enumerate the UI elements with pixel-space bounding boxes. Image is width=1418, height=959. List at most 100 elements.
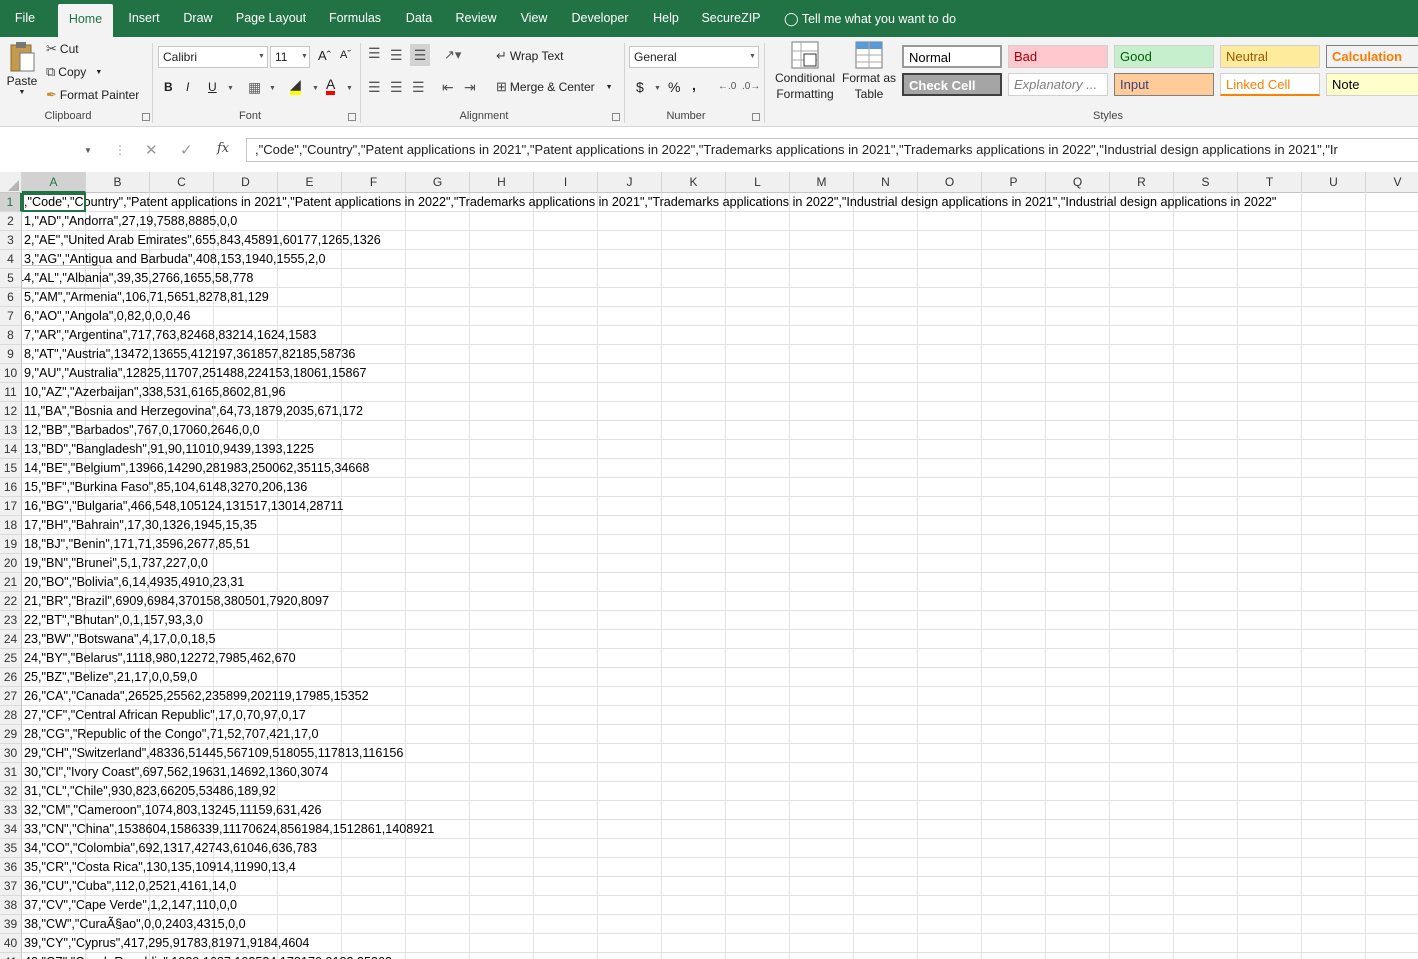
dialog-launcher-icon[interactable] [752, 113, 760, 121]
row-header[interactable]: 5 [0, 269, 22, 288]
cell-a-content[interactable]: 11,"BA","Bosnia and Herzegovina",64,73,1… [24, 402, 363, 421]
row-header[interactable]: 38 [0, 896, 22, 915]
tab-draw[interactable]: Draw [178, 0, 218, 37]
dialog-launcher-icon[interactable] [348, 113, 356, 121]
row-header[interactable]: 10 [0, 364, 22, 383]
cell-a-content[interactable]: 2,"AE","United Arab Emirates",655,843,45… [24, 231, 381, 250]
row-header[interactable]: 21 [0, 573, 22, 592]
row-header[interactable]: 41 [0, 953, 22, 959]
currency-button[interactable]: $ [636, 79, 644, 95]
row-header[interactable]: 8 [0, 326, 22, 345]
underline-button[interactable]: U [208, 80, 217, 94]
cell-a-content[interactable]: 4,"AL","Albania",39,35,2766,1655,58,778 [24, 269, 253, 288]
align-right-icon[interactable]: ☰ [412, 79, 425, 96]
formula-input[interactable]: ,"Code","Country","Patent applications i… [246, 138, 1418, 162]
cell-a-content[interactable]: 23,"BW","Botswana",4,17,0,0,18,5 [24, 630, 216, 649]
cell-style-normal[interactable]: Normal [902, 45, 1002, 68]
tab-help[interactable]: Help [648, 0, 684, 37]
tab-data[interactable]: Data [400, 0, 438, 37]
tab-developer[interactable]: Developer [568, 0, 632, 37]
row-header[interactable]: 39 [0, 915, 22, 934]
column-header-g[interactable]: G [406, 172, 470, 193]
row-header[interactable]: 1 [0, 193, 22, 212]
column-header-b[interactable]: B [86, 172, 150, 193]
row-header[interactable]: 26 [0, 668, 22, 687]
dialog-launcher-icon[interactable] [142, 113, 150, 121]
tab-review[interactable]: Review [452, 0, 500, 37]
row-header[interactable]: 24 [0, 630, 22, 649]
cell-style-good[interactable]: Good [1114, 45, 1214, 68]
row-header[interactable]: 20 [0, 554, 22, 573]
cell-a-content[interactable]: 25,"BZ","Belize",21,17,0,0,59,0 [24, 668, 197, 687]
row-header[interactable]: 31 [0, 763, 22, 782]
row-header[interactable]: 25 [0, 649, 22, 668]
cell-style-note[interactable]: Note [1326, 73, 1418, 96]
increase-decimal-icon[interactable]: ←.0 [718, 81, 736, 92]
tab-formulas[interactable]: Formulas [326, 0, 384, 37]
conditional-formatting-button[interactable]: Conditional Formatting [770, 40, 840, 102]
cell-a-content[interactable]: 3,"AG","Antigua and Barbuda",408,153,194… [24, 250, 325, 269]
cell-a-content[interactable]: 13,"BD","Bangladesh",91,90,11010,9439,13… [24, 440, 314, 459]
column-header-k[interactable]: K [662, 172, 726, 193]
row-header[interactable]: 36 [0, 858, 22, 877]
row-header[interactable]: 29 [0, 725, 22, 744]
row-header[interactable]: 18 [0, 516, 22, 535]
cell-a-content[interactable]: 34,"CO","Colombia",692,1317,42743,61046,… [24, 839, 317, 858]
format-painter-button[interactable]: ✒ Format Painter [46, 87, 139, 103]
tab-securezip[interactable]: SecureZIP [700, 0, 762, 37]
cell-a-content[interactable]: 17,"BH","Bahrain",17,30,1326,1945,15,35 [24, 516, 257, 535]
decrease-decimal-icon[interactable]: .0→ [742, 81, 760, 92]
borders-icon[interactable]: ▦ [248, 79, 261, 96]
row-header[interactable]: 14 [0, 440, 22, 459]
font-color-icon[interactable]: A [326, 77, 336, 95]
insert-function-icon[interactable]: fx [217, 141, 229, 156]
align-left-icon[interactable]: ☰ [368, 79, 381, 96]
column-header-f[interactable]: F [342, 172, 406, 193]
cell-a-content[interactable]: 27,"CF","Central African Republic",17,0,… [24, 706, 306, 725]
row-header[interactable]: 37 [0, 877, 22, 896]
cell-a-content[interactable]: 28,"CG","Republic of the Congo",71,52,70… [24, 725, 318, 744]
tab-home[interactable]: Home [58, 4, 113, 37]
tab-file[interactable]: File [6, 0, 44, 37]
row-header[interactable]: 17 [0, 497, 22, 516]
column-header-c[interactable]: C [150, 172, 214, 193]
row-header[interactable]: 3 [0, 231, 22, 250]
row-header[interactable]: 34 [0, 820, 22, 839]
cell-a-content[interactable]: 36,"CU","Cuba",112,0,2521,4161,14,0 [24, 877, 236, 896]
column-header-u[interactable]: U [1302, 172, 1366, 193]
column-header-r[interactable]: R [1110, 172, 1174, 193]
cell-a-content[interactable]: 18,"BJ","Benin",171,71,3596,2677,85,51 [24, 535, 250, 554]
cell-a-content[interactable]: 29,"CH","Switzerland",48336,51445,567109… [24, 744, 403, 763]
row-header[interactable]: 30 [0, 744, 22, 763]
cell-style-neutral[interactable]: Neutral [1220, 45, 1320, 68]
cell-style-check-cell[interactable]: Check Cell [902, 73, 1002, 96]
cell-a-content[interactable]: 14,"BE","Belgium",13966,14290,281983,250… [24, 459, 369, 478]
cell-a-content[interactable]: 30,"CI","Ivory Coast",697,562,19631,1469… [24, 763, 328, 782]
column-header-q[interactable]: Q [1046, 172, 1110, 193]
row-header[interactable]: 7 [0, 307, 22, 326]
row-header[interactable]: 28 [0, 706, 22, 725]
cell-a-content[interactable]: 33,"CN","China",1538604,1586339,11170624… [24, 820, 434, 839]
cell-a-content[interactable]: 6,"AO","Angola",0,82,0,0,0,46 [24, 307, 190, 326]
cell-a-content[interactable]: 40,"CZ","Czech Republic",1939,1687,10252… [24, 953, 392, 959]
row-header[interactable]: 4 [0, 250, 22, 269]
cell-a-content[interactable]: 38,"CW","CuraÃ§ao",0,0,2403,4315,0,0 [24, 915, 246, 934]
cell-a-content[interactable]: 5,"AM","Armenia",106,71,5651,8278,81,129 [24, 288, 269, 307]
copy-button[interactable]: ⧉ Copy ▼ [46, 64, 102, 80]
enter-icon[interactable]: ✓ [180, 141, 193, 159]
column-header-e[interactable]: E [278, 172, 342, 193]
row-header[interactable]: 6 [0, 288, 22, 307]
row-header[interactable]: 19 [0, 535, 22, 554]
cell-a-content[interactable]: 19,"BN","Brunei",5,1,737,227,0,0 [24, 554, 208, 573]
cell-style-explanatory[interactable]: Explanatory ... [1008, 73, 1108, 96]
cell-style-input[interactable]: Input [1114, 73, 1214, 96]
row-header[interactable]: 9 [0, 345, 22, 364]
tab-page-layout[interactable]: Page Layout [232, 0, 310, 37]
cell-a-content[interactable]: 7,"AR","Argentina",717,763,82468,83214,1… [24, 326, 316, 345]
number-format-select[interactable]: General [629, 46, 759, 68]
cell-a-content[interactable]: 15,"BF","Burkina Faso",85,104,6148,3270,… [24, 478, 307, 497]
cell-style-linked-cell[interactable]: Linked Cell [1220, 73, 1320, 96]
row-header[interactable]: 12 [0, 402, 22, 421]
column-header-p[interactable]: P [982, 172, 1046, 193]
row-header[interactable]: 11 [0, 383, 22, 402]
